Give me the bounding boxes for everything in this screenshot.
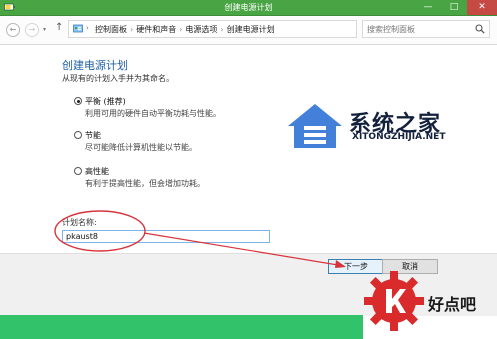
radio-balanced[interactable]: [74, 97, 82, 105]
plan-name-field[interactable]: [62, 230, 270, 243]
navigation-bar: ← → ▾ ↑ › 控制面板›硬件和声音›电源选项›创建电源计划 ▾ ↻: [0, 16, 497, 45]
breadcrumb-separator: ›: [130, 25, 134, 34]
option-balanced-label[interactable]: 平衡 (推荐): [85, 96, 126, 107]
plan-name-label: 计划名称:: [62, 218, 97, 227]
breadcrumb-create-plan[interactable]: 创建电源计划: [227, 25, 275, 34]
option-power-saver-desc: 尽可能降低计算机性能以节能。: [85, 143, 197, 152]
page-subtitle: 从现有的计划入手并为其命名。: [62, 74, 174, 83]
recent-locations-icon[interactable]: ▾: [43, 26, 46, 33]
option-balanced-desc: 利用可用的硬件自动平衡功耗与性能。: [85, 109, 221, 118]
xitongzhijia-logo-icon: [288, 104, 342, 148]
page-title: 创建电源计划: [62, 59, 128, 72]
back-button[interactable]: ←: [6, 23, 20, 37]
breadcrumb-control-panel[interactable]: 控制面板: [95, 25, 127, 34]
minimize-button[interactable]: —: [415, 0, 441, 15]
address-bar[interactable]: › 控制面板›硬件和声音›电源选项›创建电源计划 ▾ ↻: [68, 20, 417, 38]
radio-power-saver[interactable]: [74, 131, 82, 139]
haodianba-gear-logo-icon: [364, 271, 424, 331]
forward-button[interactable]: →: [25, 23, 39, 37]
search-icon[interactable]: [475, 24, 485, 34]
option-high-performance-desc: 有利于提高性能，但会增加功耗。: [85, 179, 205, 188]
breadcrumb-hardware-sound[interactable]: 硬件和声音: [136, 25, 176, 34]
option-power-saver-label[interactable]: 节能: [85, 130, 101, 141]
breadcrumb: 控制面板 › 硬件和声音 › 电源选项 › 创建电源计划: [95, 24, 275, 35]
breadcrumb-root-chevron-icon: ›: [86, 24, 89, 32]
option-high-performance-label[interactable]: 高性能: [85, 166, 109, 177]
breadcrumb-power-options[interactable]: 电源选项: [185, 25, 217, 34]
watermark-brand: 好点吧: [428, 295, 477, 314]
watermark-site-en: XITONGZHIJIA.NET: [352, 132, 446, 142]
breadcrumb-separator: ›: [220, 25, 224, 34]
close-button[interactable]: ✕: [467, 0, 497, 15]
green-strip: [0, 315, 363, 339]
title-bar: 创建电源计划 — □ ✕: [0, 0, 497, 16]
control-panel-icon: [73, 24, 83, 33]
radio-high-performance[interactable]: [74, 167, 82, 175]
maximize-button[interactable]: □: [441, 0, 467, 15]
search-input[interactable]: [367, 22, 472, 36]
up-button[interactable]: ↑: [55, 22, 63, 33]
search-box[interactable]: [362, 20, 490, 38]
breadcrumb-separator: ›: [179, 25, 183, 34]
